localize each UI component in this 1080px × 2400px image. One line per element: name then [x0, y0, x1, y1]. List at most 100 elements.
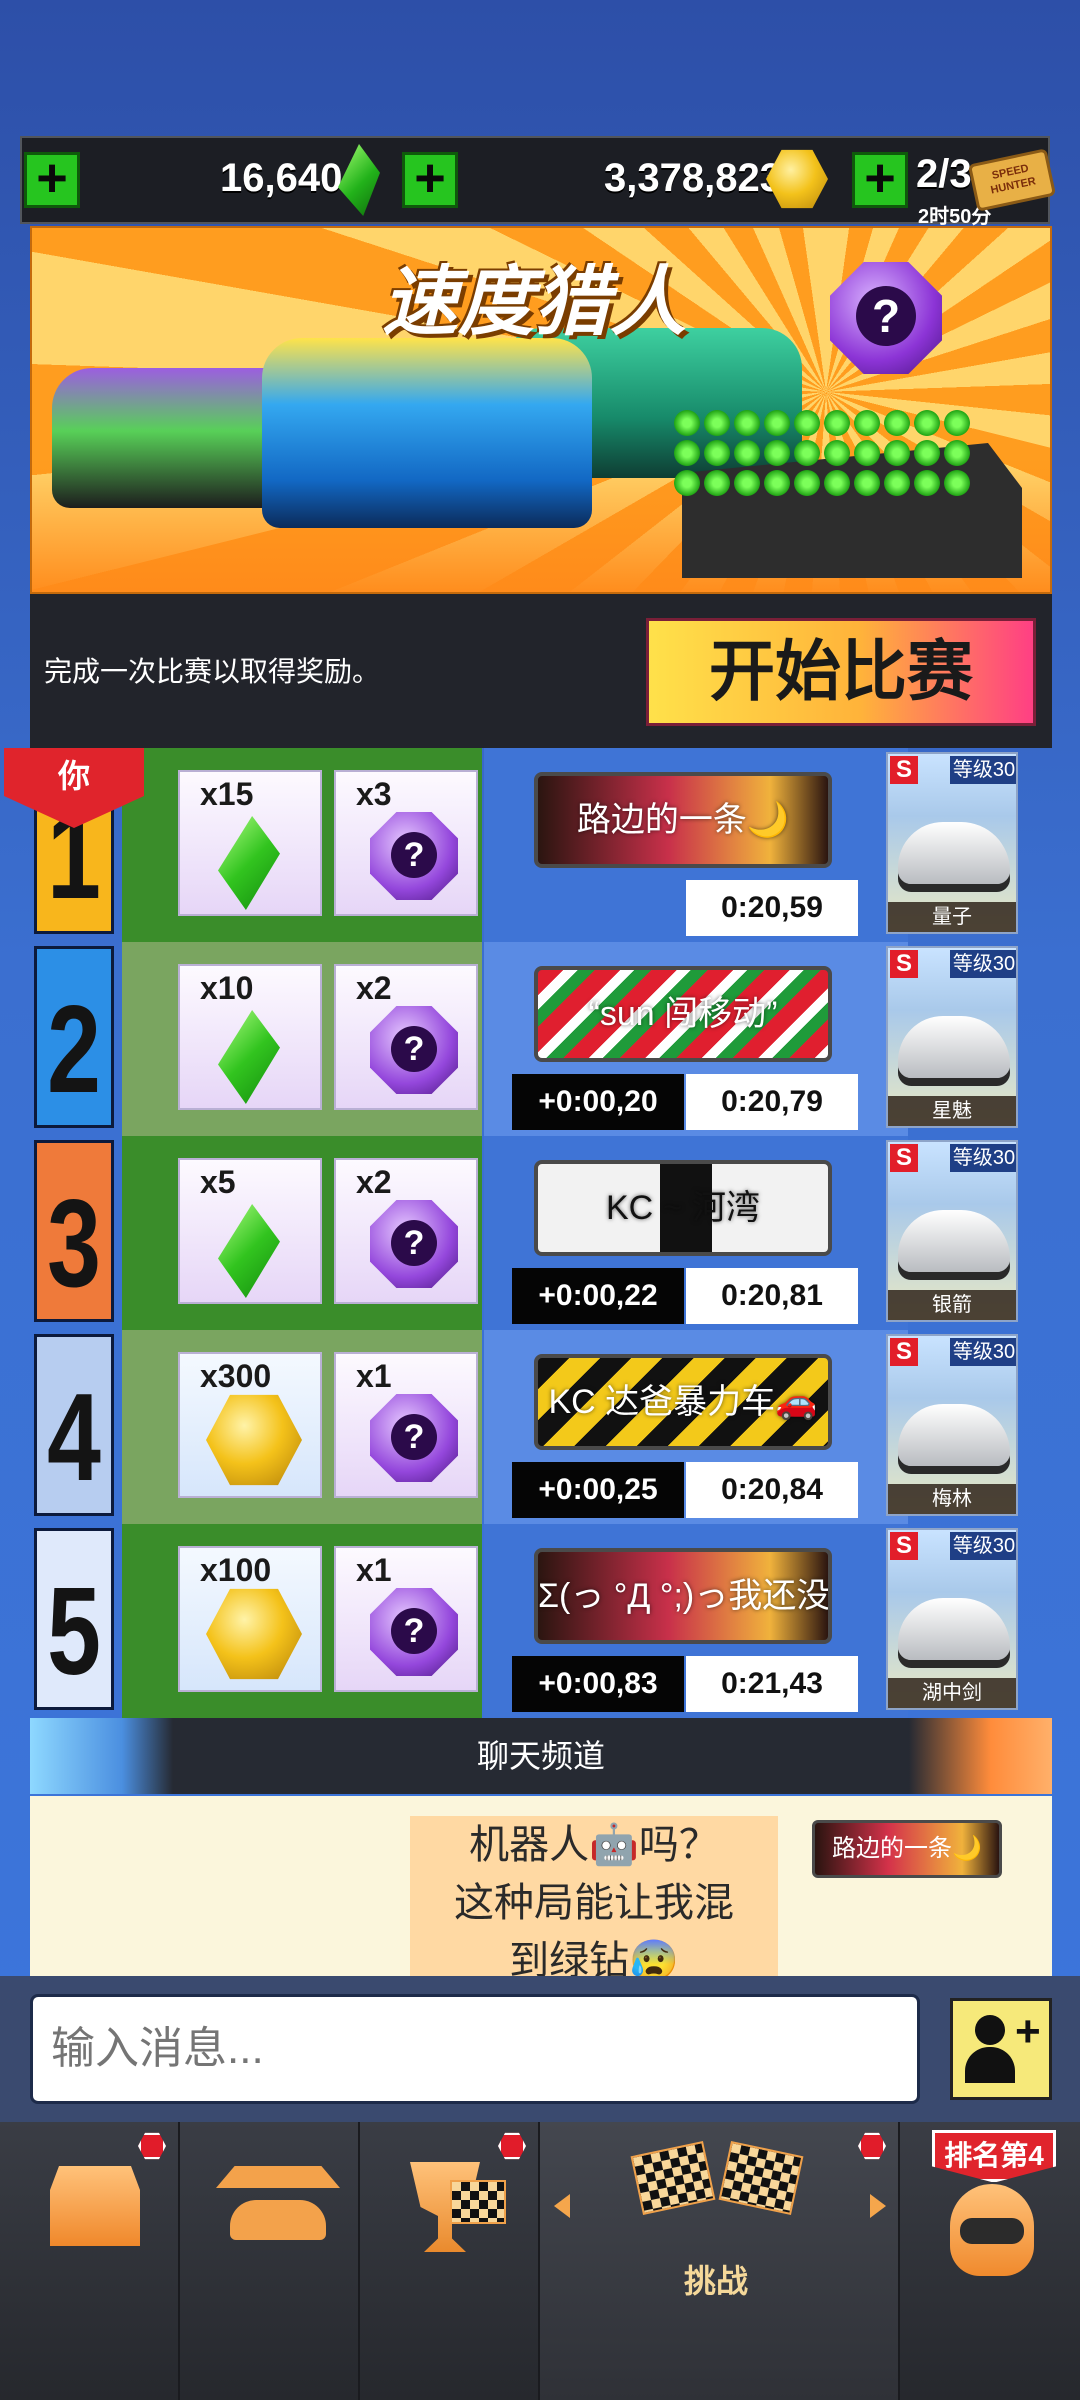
- race-time: 0:21,43: [686, 1656, 858, 1712]
- player-area: 路边的一条🌙 0:20,59: [484, 748, 908, 942]
- player-plate[interactable]: KC 达爸暴力车🚗: [534, 1354, 832, 1450]
- reward-qty: x2: [356, 970, 392, 1006]
- car-card[interactable]: S 等级30 星魅: [886, 946, 1018, 1128]
- plus-icon: +: [1015, 2007, 1041, 2056]
- reward-qty: x2: [356, 1164, 392, 1200]
- helmet-visor: [960, 2218, 1024, 2244]
- rank-badge: 2: [34, 946, 114, 1128]
- car-card[interactable]: S 等级30 量子: [886, 752, 1018, 934]
- mystery-box-icon: ?: [830, 262, 942, 374]
- gem-pile: [672, 408, 972, 498]
- mystery-box-icon: ?: [370, 1588, 458, 1676]
- car-class-badge: S: [890, 1532, 918, 1560]
- rank-number: 4: [47, 1369, 101, 1507]
- prev-arrow-icon[interactable]: [554, 2194, 570, 2218]
- leaderboard-row[interactable]: 1 x15 x3? 路边的一条🌙 0:20,59 S 等级30 量子: [30, 748, 1052, 942]
- reward-slot: x5: [178, 1158, 322, 1304]
- car-image: [898, 1598, 1010, 1660]
- car-class-badge: S: [890, 950, 918, 978]
- next-arrow-icon[interactable]: [870, 2194, 886, 2218]
- time-difference: +0:00,20: [512, 1074, 684, 1130]
- rank-badge: 5: [34, 1528, 114, 1710]
- add-coins-button[interactable]: +: [402, 151, 458, 208]
- player-plate[interactable]: KC ~ 河湾: [534, 1160, 832, 1256]
- garage-roof: [216, 2166, 340, 2188]
- notification-badge-icon: [498, 2132, 526, 2160]
- car-name: 梅林: [888, 1484, 1016, 1514]
- leaderboard-row[interactable]: 2 x10 x2? “sun 闯移动” +0:00,20 0:20,79 S 等级30 星魅: [30, 942, 1052, 1136]
- chat-line-2: 这种局能让我混: [454, 1881, 734, 1925]
- reward-slot: x10: [178, 964, 322, 1110]
- leaderboard-row[interactable]: 3 x5 x2? KC ~ 河湾 +0:00,22 0:20,81 S 等级30 银箭: [30, 1136, 1052, 1330]
- car-card[interactable]: S 等级30 湖中剑: [886, 1528, 1018, 1710]
- car-card[interactable]: S 等级30 梅林: [886, 1334, 1018, 1516]
- chat-line-1: 机器人🤖吗？: [469, 1823, 719, 1867]
- ticket-icon: SPEED HUNTER: [967, 148, 1057, 212]
- nav-garage[interactable]: [180, 2122, 360, 2400]
- helmet-icon: [950, 2184, 1034, 2276]
- leaderboard-row[interactable]: 4 x300 x1? KC 达爸暴力车🚗 +0:00,25 0:20,84 S 等级30 梅林: [30, 1330, 1052, 1524]
- car-level: 等级30: [950, 756, 1016, 784]
- add-friend-icon-body: [965, 2047, 1015, 2083]
- mystery-box-icon: ?: [370, 1394, 458, 1482]
- time-difference: +0:00,83: [512, 1656, 684, 1712]
- message-input-bar: +: [0, 1976, 1080, 2122]
- reward-slot: x3?: [334, 770, 478, 916]
- event-description: 完成一次比赛以取得奖励。: [44, 656, 381, 687]
- nav-events[interactable]: [360, 2122, 540, 2400]
- reward-slot: x1?: [334, 1352, 478, 1498]
- reward-slot: x100: [178, 1546, 322, 1692]
- nav-shop[interactable]: [0, 2122, 180, 2400]
- reward-panel: x5 x2?: [122, 1136, 482, 1330]
- chat-body: 机器人🤖吗？ 这种局能让我混 到绿钻😰 路边的一条🌙: [30, 1796, 1052, 1976]
- mystery-box-icon: ?: [370, 1200, 458, 1288]
- time-difference: +0:00,22: [512, 1268, 684, 1324]
- player-plate[interactable]: 路边的一条🌙: [534, 772, 832, 868]
- add-gems-button[interactable]: +: [24, 151, 80, 208]
- flag-icon: [450, 2180, 506, 2224]
- chat-header[interactable]: 聊天频道: [30, 1718, 1052, 1794]
- race-time: 0:20,84: [686, 1462, 858, 1518]
- tickets-amount: 2/3: [916, 152, 972, 196]
- race-time: 0:20,79: [686, 1074, 858, 1130]
- rank-badge: 4: [34, 1334, 114, 1516]
- car-image: [898, 822, 1010, 884]
- race-time: 0:20,81: [686, 1268, 858, 1324]
- rank-number: 5: [47, 1563, 101, 1701]
- add-tickets-button[interactable]: +: [852, 151, 908, 208]
- event-info-bar: 完成一次比赛以取得奖励。 开始比赛: [30, 594, 1052, 748]
- car-name: 银箭: [888, 1290, 1016, 1320]
- question-icon: ?: [391, 1220, 437, 1266]
- car-card[interactable]: S 等级30 银箭: [886, 1140, 1018, 1322]
- garage-icon: [216, 2166, 340, 2246]
- chat-line-3: 到绿钻😰: [509, 1939, 679, 1976]
- player-area: Σ(っ °Д °;)っ我还没上车 +0:00,830:21,43: [484, 1524, 908, 1718]
- reward-qty: x3: [356, 776, 392, 812]
- player-area: KC ~ 河湾 +0:00,22 0:20,81: [484, 1136, 908, 1330]
- challenge-label: 挑战: [684, 2263, 749, 2299]
- question-icon: ?: [391, 1414, 437, 1460]
- add-friend-icon: [975, 2015, 1005, 2045]
- message-input[interactable]: [30, 1994, 920, 2104]
- start-race-button[interactable]: 开始比赛: [646, 618, 1036, 726]
- banner-car-center: [262, 338, 592, 528]
- currency-bar: + 16,640 + 3,378,823 + 2/3 2时50分 SPEED H…: [20, 136, 1057, 228]
- car-level: 等级30: [950, 950, 1016, 978]
- bottom-nav: 挑战 排名第4: [0, 2122, 1080, 2400]
- leaderboard-row[interactable]: 5 x100 x1? Σ(っ °Д °;)っ我还没上车 +0:00,830:21,43 S…: [30, 1524, 1052, 1718]
- add-friend-button[interactable]: +: [950, 1998, 1052, 2100]
- nav-challenge[interactable]: 挑战: [540, 2122, 900, 2400]
- reward-panel: x100 x1?: [122, 1524, 482, 1718]
- leaderboard: 1 x15 x3? 路边的一条🌙 0:20,59 S 等级30 量子 2 x10 x2? “sun 闯…: [30, 748, 1052, 1718]
- car-image: [898, 1016, 1010, 1078]
- chat-sender-plate[interactable]: 路边的一条🌙: [812, 1820, 1002, 1878]
- car-class-badge: S: [890, 1144, 918, 1172]
- notification-badge-icon: [858, 2132, 886, 2160]
- rank-number: 3: [47, 1175, 101, 1313]
- event-banner[interactable]: 速度猎人 ?: [30, 226, 1052, 594]
- player-plate[interactable]: “sun 闯移动”: [534, 966, 832, 1062]
- player-plate[interactable]: Σ(っ °Д °;)っ我还没上车: [534, 1548, 832, 1644]
- event-title: 速度猎人: [382, 260, 686, 345]
- coins-amount: 3,378,823: [604, 156, 782, 200]
- mystery-box-icon: ?: [370, 1006, 458, 1094]
